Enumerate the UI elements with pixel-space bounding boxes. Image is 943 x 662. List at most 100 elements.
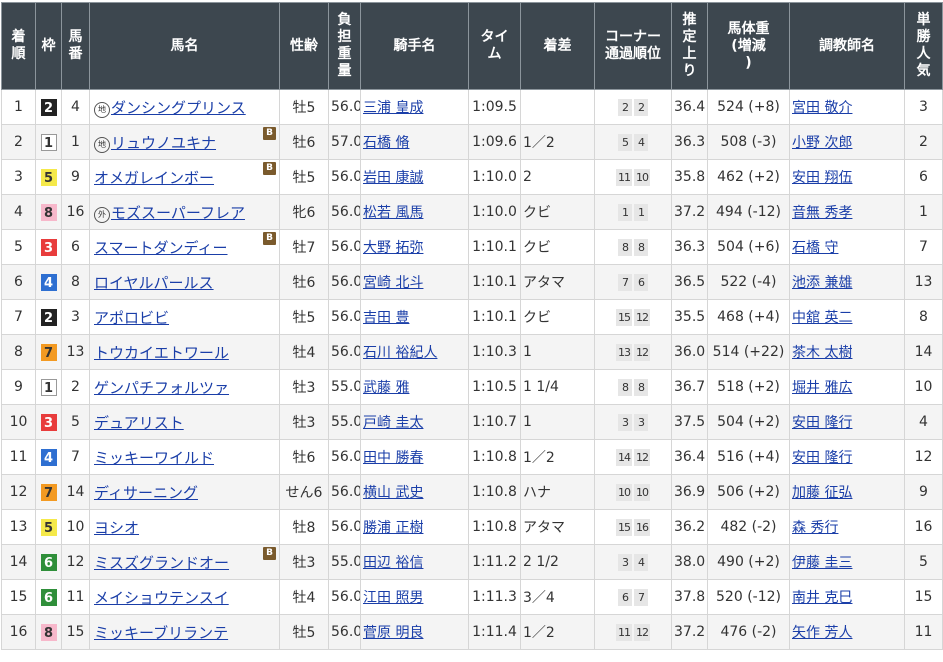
last3f-cell: 37.2	[671, 614, 708, 650]
jockey-link[interactable]: 田辺 裕信	[363, 555, 423, 571]
frame-cell: 6	[35, 579, 62, 615]
jockey-link[interactable]: 宮崎 北斗	[363, 275, 423, 291]
jockey-link[interactable]: 三浦 皇成	[363, 100, 423, 116]
trainer-link[interactable]: 安田 隆行	[792, 450, 852, 466]
horse-name-cell: ゲンパチフォルツァ	[89, 369, 280, 405]
horse-name-link[interactable]: ゲンパチフォルツァ	[94, 379, 229, 397]
trainer-link[interactable]: 音無 秀孝	[792, 205, 852, 221]
horse-name-link[interactable]: ディサーニング	[94, 484, 198, 502]
horse-name-link[interactable]: ミッキーワイルド	[94, 449, 214, 467]
time-cell: 1:10.7	[468, 404, 521, 440]
last3f-cell: 36.9	[671, 474, 708, 510]
jockey-cell: 横山 武史	[360, 474, 469, 510]
jockey-link[interactable]: 石川 裕紀人	[363, 345, 437, 361]
last3f-cell: 36.4	[671, 89, 708, 125]
trainer-link[interactable]: 小野 次郎	[792, 135, 852, 151]
popularity-cell: 2	[904, 124, 943, 160]
jockey-link[interactable]: 戸崎 圭太	[363, 415, 423, 431]
horse-name-link[interactable]: アポロビビ	[94, 309, 169, 327]
header-body-weight: 馬体重 (増減)	[707, 2, 790, 90]
time-cell: 1:11.3	[468, 579, 521, 615]
corner-position: 8	[634, 378, 648, 396]
jockey-link[interactable]: 横山 武史	[363, 485, 423, 501]
frame-cell: 4	[35, 264, 62, 300]
corner-cell: 15 16	[594, 509, 672, 545]
trainer-link[interactable]: 池添 兼雄	[792, 275, 852, 291]
corner-positions: 76	[617, 273, 649, 291]
corner-position: 14	[616, 448, 632, 466]
trainer-cell: 中舘 英二	[789, 299, 905, 335]
corner-positions: 15 12	[615, 308, 651, 326]
jockey-link[interactable]: 江田 照男	[363, 590, 423, 606]
horse-name-link[interactable]: ミスズグランドオー	[94, 554, 229, 572]
jockey-link[interactable]: 武藤 雅	[363, 380, 409, 396]
trainer-link[interactable]: 堀井 雅広	[792, 380, 852, 396]
horse-name-link[interactable]: モズスーパーフレア	[111, 204, 245, 222]
body-weight-cell: 514 (+22)	[707, 334, 790, 370]
horse-name-link[interactable]: ミッキーブリランテ	[94, 624, 228, 642]
jockey-link[interactable]: 岩田 康誠	[363, 170, 423, 186]
horse-name-link[interactable]: オメガレインボー	[94, 169, 214, 187]
table-row: 11 4 7 ミッキーワイルド 牡6 56.0 田中 勝春 1:10.8 1／2 14 12 36.4…	[1, 439, 943, 475]
trainer-link[interactable]: 矢作 芳人	[792, 625, 852, 641]
table-row: 1 2 4 地ダンシングプリンス 牡5 56.0 三浦 皇成 1:09.5 2 2 36.4 524 …	[1, 89, 943, 125]
time-cell: 1:09.6	[468, 124, 521, 160]
weight-cell: 56.0	[328, 439, 361, 475]
trainer-link[interactable]: 安田 隆行	[792, 415, 852, 431]
sex-age-cell: 牡5	[279, 614, 329, 650]
horse-number-cell: 2	[61, 369, 90, 405]
frame-cell: 8	[35, 614, 62, 650]
body-weight-cell: 518 (+2)	[707, 369, 790, 405]
horse-name-link[interactable]: メイショウテンスイ	[94, 589, 229, 607]
popularity-cell: 1	[904, 194, 943, 230]
horse-name-link[interactable]: ダンシングプリンス	[111, 99, 246, 117]
trainer-link[interactable]: 加藤 征弘	[792, 485, 852, 501]
corner-position: 3	[618, 413, 632, 431]
header-corner: コーナー 通過順位	[594, 2, 672, 90]
trainer-link[interactable]: 安田 翔伍	[792, 170, 852, 186]
jockey-link[interactable]: 勝浦 正樹	[363, 520, 423, 536]
trainer-link[interactable]: 伊藤 圭三	[792, 555, 852, 571]
sex-age-cell: 牡4	[279, 334, 329, 370]
time-cell: 1:10.8	[468, 509, 521, 545]
table-row: 16 8 15 ミッキーブリランテ 牡5 56.0 菅原 明良 1:11.4 1／2 11 12 37…	[1, 614, 943, 650]
jockey-link[interactable]: 松若 風馬	[363, 205, 423, 221]
frame-cell: 8	[35, 194, 62, 230]
horse-name-link[interactable]: ロイヤルパールス	[94, 274, 214, 292]
corner-cell: 11	[594, 194, 672, 230]
horse-name-link[interactable]: リュウノユキナ	[111, 134, 216, 152]
jockey-link[interactable]: 吉田 豊	[363, 310, 409, 326]
jockey-cell: 石川 裕紀人	[360, 334, 469, 370]
trainer-link[interactable]: 宮田 敬介	[792, 100, 852, 116]
time-cell: 1:10.1	[468, 264, 521, 300]
horse-name-link[interactable]: スマートダンディー	[94, 239, 228, 257]
horse-name-link[interactable]: ヨシオ	[94, 519, 139, 537]
corner-positions: 11 12	[615, 623, 651, 641]
horse-name-cell: スマートダンディー B	[89, 229, 280, 265]
weight-cell: 55.0	[328, 544, 361, 580]
horse-name-link[interactable]: トウカイエトワール	[94, 344, 229, 362]
trainer-cell: 茶木 太樹	[789, 334, 905, 370]
popularity-cell: 16	[904, 509, 943, 545]
trainer-link[interactable]: 茶木 太樹	[792, 345, 852, 361]
header-sex-age: 性齢	[279, 2, 329, 90]
rank-cell: 4	[1, 194, 36, 230]
corner-position: 13	[616, 343, 632, 361]
sex-age-cell: 牡5	[279, 299, 329, 335]
horse-number-cell: 5	[61, 404, 90, 440]
horse-name-link[interactable]: デュアリスト	[94, 414, 184, 432]
jockey-link[interactable]: 大野 拓弥	[363, 240, 423, 256]
jockey-cell: 吉田 豊	[360, 299, 469, 335]
trainer-link[interactable]: 森 秀行	[792, 520, 838, 536]
trainer-link[interactable]: 石橋 守	[792, 240, 838, 256]
jockey-link[interactable]: 石橋 脩	[363, 135, 409, 151]
corner-position: 6	[634, 273, 648, 291]
jockey-link[interactable]: 菅原 明良	[363, 625, 423, 641]
trainer-link[interactable]: 南井 克巳	[792, 590, 852, 606]
jockey-link[interactable]: 田中 勝春	[363, 450, 423, 466]
popularity-cell: 10	[904, 369, 943, 405]
horse-number-cell: 12	[61, 544, 90, 580]
header-corner-label: コーナー 通過順位	[605, 29, 661, 62]
horse-name-cell: トウカイエトワール	[89, 334, 280, 370]
trainer-link[interactable]: 中舘 英二	[792, 310, 852, 326]
